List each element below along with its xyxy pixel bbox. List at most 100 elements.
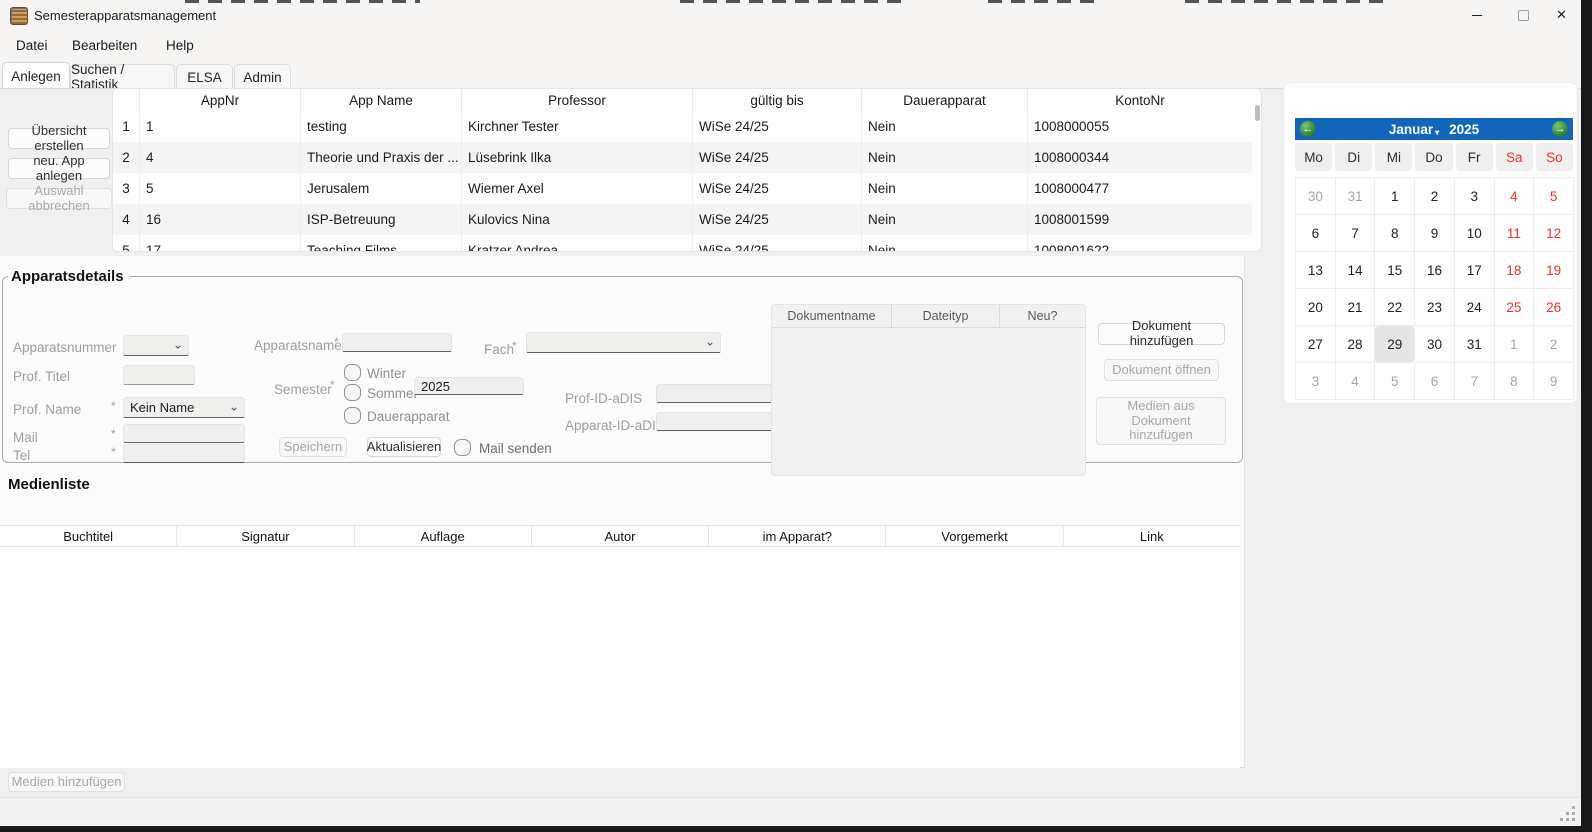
day-cell[interactable]: 17 [1455,252,1495,289]
maximize-button[interactable] [1500,0,1546,30]
table-scrollbar-thumb[interactable] [1255,105,1260,121]
medienliste-body [0,547,1240,768]
prof-titel-input[interactable] [123,365,195,385]
column-header-kontonr[interactable]: KontoNr [1028,89,1252,111]
menu-item-bearbeiten[interactable]: Bearbeiten [72,38,137,53]
mail-senden-checkbox[interactable] [454,439,471,456]
day-cell[interactable]: 28 [1336,326,1376,363]
auswahl-abbrechen-button[interactable]: Auswahl abbrechen [6,188,112,209]
apparatsnummer-combo[interactable]: ⌄ [123,335,189,356]
chevron-down-icon: ⌄ [173,338,183,350]
day-cell[interactable]: 10 [1455,215,1495,252]
tel-label: Tel [13,448,30,463]
day-cell[interactable]: 26 [1534,289,1574,326]
neu-app-anlegen-button[interactable]: neu. App anlegen [8,158,110,179]
winter-radio[interactable] [344,364,361,381]
dokument-oeffnen-button[interactable]: Dokument öffnen [1104,359,1219,381]
day-cell[interactable]: 4 [1336,363,1376,400]
apparatsname-input[interactable] [342,333,452,352]
day-cell[interactable]: 18 [1495,252,1535,289]
resize-grip-icon[interactable] [1560,806,1563,809]
day-cell-today[interactable]: 29 [1375,326,1415,363]
day-cell[interactable]: 31 [1455,326,1495,363]
day-cell[interactable]: 7 [1455,363,1495,400]
day-cell[interactable]: 7 [1336,215,1376,252]
day-cell[interactable]: 9 [1415,215,1455,252]
day-cell[interactable]: 23 [1415,289,1455,326]
day-cell[interactable]: 27 [1296,326,1336,363]
aktualisieren-button[interactable]: Aktualisieren [367,437,441,457]
apparat-id-adis-input[interactable] [656,412,774,431]
day-cell[interactable]: 31 [1336,178,1376,215]
dauerapparat-radio[interactable] [344,407,361,424]
day-cell[interactable]: 9 [1534,363,1574,400]
table-row[interactable]: 3 5 Jerusalem Wiemer Axel WiSe 24/25 Nei… [113,173,1252,205]
tab-anlegen[interactable]: Anlegen [2,62,70,89]
day-cell[interactable]: 2 [1534,326,1574,363]
mail-input[interactable] [123,424,245,443]
calendar-month-label[interactable]: Januar [1389,122,1433,137]
day-cell[interactable]: 3 [1296,363,1336,400]
column-header-professor[interactable]: Professor [462,89,693,111]
tab-admin[interactable]: Admin [234,64,291,89]
minimize-button[interactable] [1454,0,1500,30]
table-row[interactable]: 5 17 Teaching Films Kratzer Andrea WiSe … [113,235,1252,252]
day-cell[interactable]: 19 [1534,252,1574,289]
dauerapparat-radio-label: Dauerapparat [367,409,450,424]
column-header-appnr[interactable]: AppNr [140,89,301,111]
day-cell[interactable]: 8 [1495,363,1535,400]
day-cell[interactable]: 1 [1375,178,1415,215]
day-cell[interactable]: 25 [1495,289,1535,326]
sommer-radio[interactable] [344,384,361,401]
table-row[interactable]: 2 4 Theorie und Praxis der ... Lüsebrink… [113,142,1252,174]
dokument-hinzufuegen-button[interactable]: Dokument hinzufügen [1098,323,1225,345]
day-cell[interactable]: 6 [1296,215,1336,252]
menu-item-datei[interactable]: Datei [16,38,48,53]
fach-combo[interactable]: ⌄ [526,332,721,353]
day-cell[interactable]: 8 [1375,215,1415,252]
day-cell[interactable]: 24 [1455,289,1495,326]
table-row[interactable]: 1 1 testing Kirchner Tester WiSe 24/25 N… [113,111,1252,143]
tab-suchen-statistik[interactable]: Suchen / Statistik [70,64,175,89]
window-title: Semesterapparatsmanagement [34,8,216,23]
medienliste-title: Medienliste [8,476,90,493]
column-header-gueltig-bis[interactable]: gültig bis [693,89,862,111]
apparatsname-label: Apparatsname [254,338,342,353]
table-row[interactable]: 4 16 ISP-Betreuung Kulovics Nina WiSe 24… [113,204,1252,236]
day-cell[interactable]: 20 [1296,289,1336,326]
medien-aus-dokument-button[interactable]: Medien aus Dokument hinzufügen [1096,397,1226,445]
day-cell[interactable]: 1 [1495,326,1535,363]
column-header-app-name[interactable]: App Name [301,89,462,111]
menu-item-help[interactable]: Help [166,38,194,53]
day-cell[interactable]: 21 [1336,289,1376,326]
uebersicht-erstellen-button[interactable]: Übersicht erstellen [8,128,110,149]
day-cell[interactable]: 4 [1495,178,1535,215]
groupbox-title: Apparatsdetails [8,268,129,285]
prev-month-button[interactable]: ← [1300,121,1316,137]
prof-name-combo[interactable]: Kein Name ⌄ [123,397,245,418]
tel-input[interactable] [123,444,245,463]
day-cell[interactable]: 22 [1375,289,1415,326]
tab-elsa[interactable]: ELSA [176,64,233,89]
day-cell[interactable]: 30 [1415,326,1455,363]
day-cell[interactable]: 11 [1495,215,1535,252]
day-cell[interactable]: 12 [1534,215,1574,252]
next-month-button[interactable]: → [1552,121,1568,137]
day-cell[interactable]: 16 [1415,252,1455,289]
day-cell[interactable]: 5 [1534,178,1574,215]
day-cell[interactable]: 6 [1415,363,1455,400]
day-cell[interactable]: 13 [1296,252,1336,289]
speichern-button[interactable]: Speichern [279,437,347,457]
close-button[interactable]: ✕ [1542,0,1581,30]
column-header-dauerapparat[interactable]: Dauerapparat [862,89,1028,111]
year-input[interactable]: 2025 [414,377,524,395]
day-cell[interactable]: 5 [1375,363,1415,400]
day-cell[interactable]: 3 [1455,178,1495,215]
day-cell[interactable]: 30 [1296,178,1336,215]
prof-id-adis-input[interactable] [656,384,774,403]
day-cell[interactable]: 15 [1375,252,1415,289]
medien-hinzufuegen-button[interactable]: Medien hinzufügen [8,772,125,792]
day-cell[interactable]: 14 [1336,252,1376,289]
calendar-year-label[interactable]: 2025 [1449,122,1479,137]
day-cell[interactable]: 2 [1415,178,1455,215]
